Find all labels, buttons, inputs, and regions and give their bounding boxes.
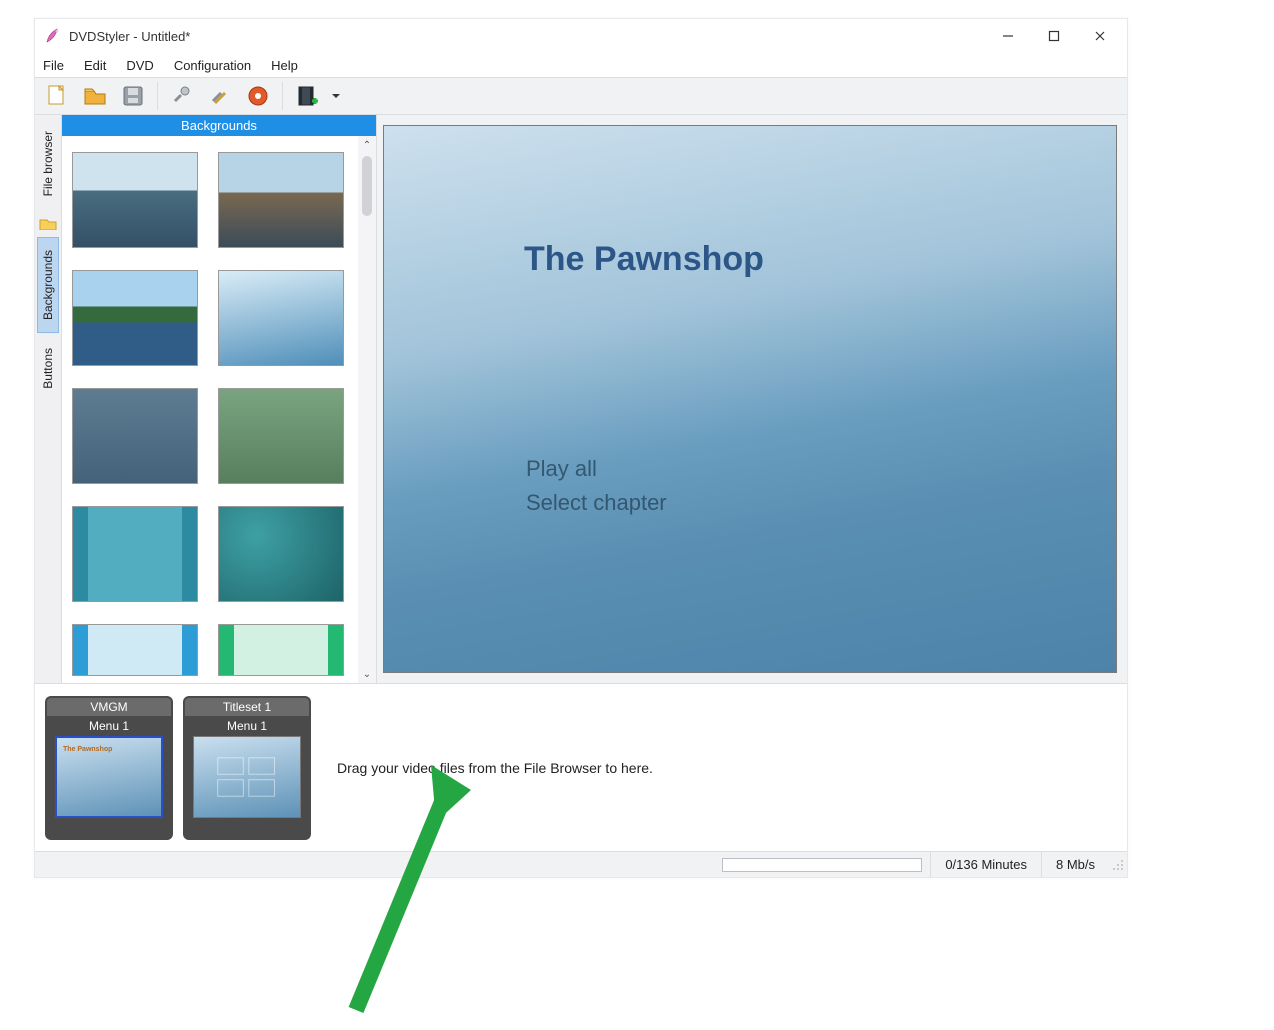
settings-button[interactable] [202, 80, 238, 112]
active-folder-icon [39, 216, 57, 230]
toolbar [35, 77, 1127, 115]
disc-usage-meter [722, 858, 922, 872]
scrollbar[interactable]: ⌃ ⌄ [358, 136, 376, 683]
timeline-item-thumb[interactable] [193, 736, 301, 818]
tab-buttons[interactable]: Buttons [37, 335, 59, 402]
status-bar: 0/136 Minutes 8 Mb/s [35, 851, 1127, 877]
preview-area: The Pawnshop Play all Select chapter [377, 115, 1127, 683]
menu-file[interactable]: File [41, 55, 74, 76]
window-controls [985, 22, 1123, 50]
save-button[interactable] [115, 80, 151, 112]
menu-edit[interactable]: Edit [74, 55, 116, 76]
background-thumb[interactable] [218, 388, 344, 484]
add-video-dropdown[interactable] [327, 80, 345, 112]
title-bar: DVDStyler - Untitled* [35, 19, 1127, 53]
resize-grip-icon[interactable] [1111, 858, 1125, 872]
backgrounds-grid [62, 136, 358, 683]
timeline-item-label: Menu 1 [89, 716, 129, 736]
status-minutes: 0/136 Minutes [930, 852, 1041, 877]
maximize-button[interactable] [1031, 22, 1077, 50]
menu-help[interactable]: Help [261, 55, 308, 76]
background-thumb[interactable] [218, 506, 344, 602]
burn-button[interactable] [240, 80, 276, 112]
separator [282, 82, 283, 110]
window-title: DVDStyler - Untitled* [69, 29, 190, 44]
backgrounds-panel: Backgrounds ⌃ [61, 115, 377, 683]
menu-item-play-all[interactable]: Play all [526, 456, 597, 482]
scroll-down-icon[interactable]: ⌄ [363, 665, 371, 683]
app-window: DVDStyler - Untitled* File Edit DVD Conf… [34, 18, 1128, 878]
menu-config[interactable]: Configuration [164, 55, 261, 76]
menu-item-select-chapter[interactable]: Select chapter [526, 490, 667, 516]
background-thumb[interactable] [72, 506, 198, 602]
timeline-item-label: Menu 1 [227, 716, 267, 736]
app-icon [45, 28, 61, 44]
timeline-drop-hint: Drag your video files from the File Brow… [337, 760, 653, 776]
menu-title-text[interactable]: The Pawnshop [524, 240, 764, 279]
menu-dvd[interactable]: DVD [116, 55, 163, 76]
tab-file-browser[interactable]: File browser [37, 118, 59, 209]
background-thumb[interactable] [72, 388, 198, 484]
status-bitrate: 8 Mb/s [1041, 852, 1109, 877]
background-thumb[interactable] [72, 152, 198, 248]
timeline-item[interactable]: VMGM Menu 1 The Pawnshop [45, 696, 173, 840]
minimize-button[interactable] [985, 22, 1031, 50]
open-button[interactable] [77, 80, 113, 112]
add-video-button[interactable] [289, 80, 325, 112]
background-thumb[interactable] [72, 270, 198, 366]
close-button[interactable] [1077, 22, 1123, 50]
sidebar-tabs: File browser Backgrounds Buttons [35, 115, 61, 683]
timeline-item-group: Titleset 1 [185, 698, 309, 716]
work-area: File browser Backgrounds Buttons Backgro… [35, 115, 1127, 683]
background-thumb[interactable] [218, 152, 344, 248]
backgrounds-panel-header: Backgrounds [62, 115, 376, 136]
background-thumb[interactable] [72, 624, 198, 676]
timeline-thumb-title: The Pawnshop [63, 746, 155, 753]
timeline-item-thumb[interactable]: The Pawnshop [55, 736, 163, 818]
menu-bar: File Edit DVD Configuration Help [35, 53, 1127, 77]
tab-backgrounds[interactable]: Backgrounds [37, 237, 59, 333]
new-button[interactable] [39, 80, 75, 112]
timeline[interactable]: VMGM Menu 1 The Pawnshop Titleset 1 Menu… [35, 683, 1127, 851]
scroll-up-icon[interactable]: ⌃ [363, 136, 371, 154]
menu-preview[interactable]: The Pawnshop Play all Select chapter [383, 125, 1117, 673]
background-thumb[interactable] [218, 270, 344, 366]
timeline-item-group: VMGM [47, 698, 171, 716]
scrollbar-thumb[interactable] [362, 156, 372, 216]
background-thumb[interactable] [218, 624, 344, 676]
options-button[interactable] [164, 80, 200, 112]
timeline-item[interactable]: Titleset 1 Menu 1 [183, 696, 311, 840]
separator [157, 82, 158, 110]
